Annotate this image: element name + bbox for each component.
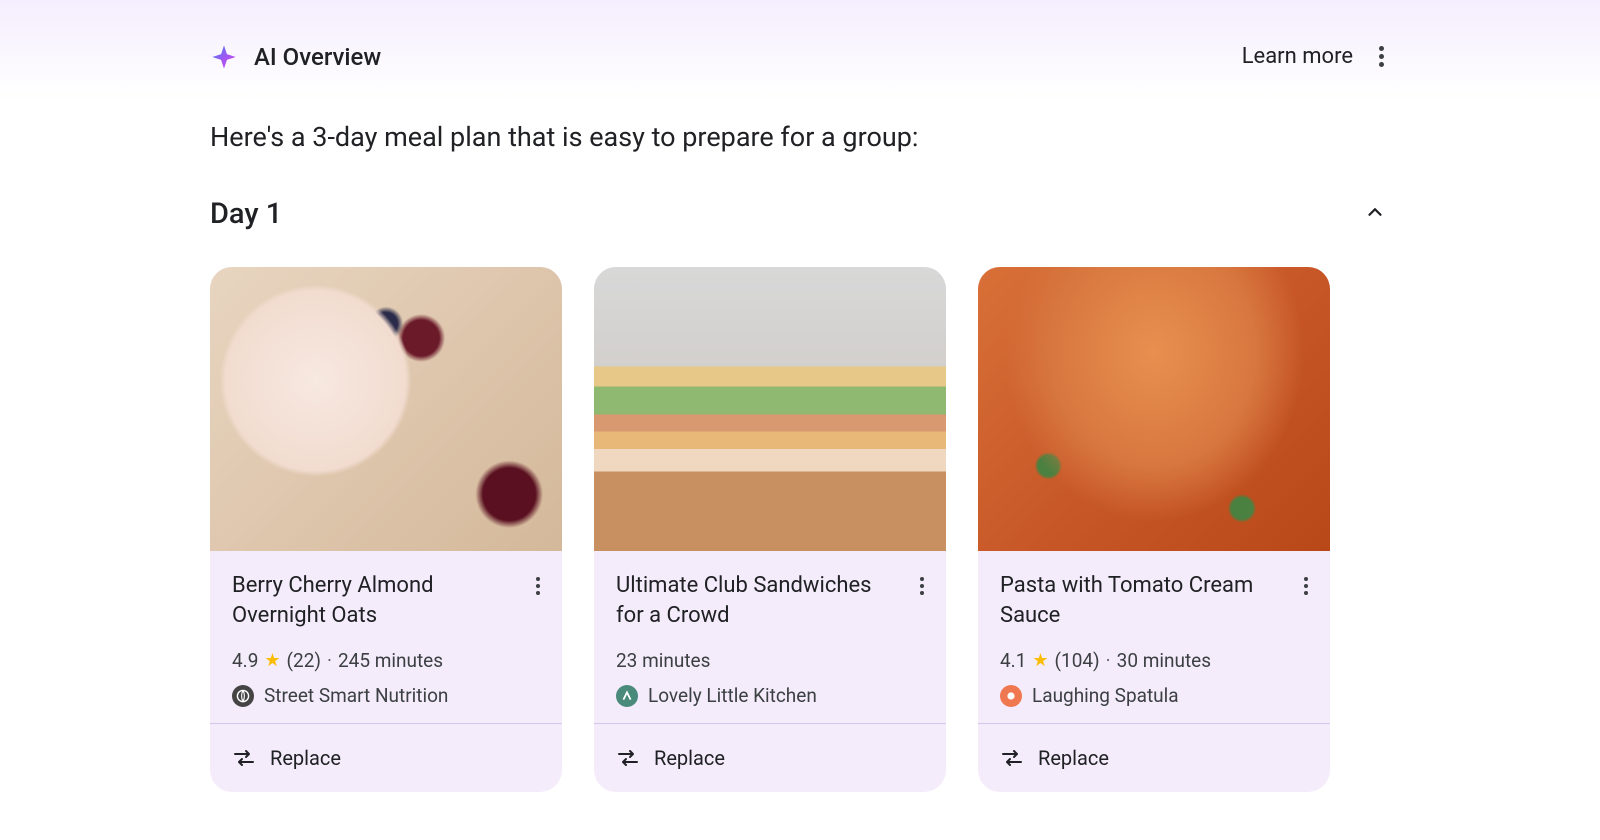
replace-label: Replace [654,746,725,770]
swap-icon [232,747,256,769]
meal-title: Ultimate Club Sandwiches for a Crowd [616,571,924,631]
source-name: Street Smart Nutrition [264,684,448,707]
replace-button[interactable]: Replace [978,724,1330,792]
header-title: AI Overview [254,43,381,71]
swap-icon [1000,747,1024,769]
meal-image [978,267,1330,551]
meal-image [210,267,562,551]
rating-value: 4.9 [232,649,258,672]
source-favicon [232,685,254,707]
meal-card[interactable]: Berry Cherry Almond Overnight Oats 4.9 ★… [210,267,562,792]
duration: 245 minutes [338,649,443,672]
ai-overview-header: AI Overview Learn more [210,40,1390,73]
meal-source: Laughing Spatula [1000,684,1308,707]
source-favicon [616,685,638,707]
card-more-menu[interactable] [1300,573,1312,599]
day-header-row[interactable]: Day 1 [210,197,1390,231]
meal-image [594,267,946,551]
replace-button[interactable]: Replace [210,724,562,792]
header-left: AI Overview [210,43,381,71]
swap-icon [616,747,640,769]
source-name: Lovely Little Kitchen [648,684,817,707]
meal-meta: 4.9 ★ (22) · 245 minutes [232,649,540,672]
replace-label: Replace [1038,746,1109,770]
review-count: (104) [1055,649,1100,672]
separator: · [1106,649,1111,672]
source-favicon [1000,685,1022,707]
source-name: Laughing Spatula [1032,684,1179,707]
meal-meta: 23 minutes [616,649,924,672]
learn-more-link[interactable]: Learn more [1242,44,1353,69]
replace-button[interactable]: Replace [594,724,946,792]
meal-card[interactable]: Pasta with Tomato Cream Sauce 4.1 ★ (104… [978,267,1330,792]
star-icon: ★ [264,650,280,671]
chevron-up-icon[interactable] [1360,197,1390,231]
star-icon: ★ [1032,650,1048,671]
card-more-menu[interactable] [916,573,928,599]
day-label: Day 1 [210,197,282,231]
meal-source: Lovely Little Kitchen [616,684,924,707]
meal-card[interactable]: Ultimate Club Sandwiches for a Crowd 23 … [594,267,946,792]
header-right: Learn more [1242,40,1390,73]
review-count: (22) [287,649,321,672]
sparkle-icon [210,43,238,71]
meal-title: Pasta with Tomato Cream Sauce [1000,571,1308,631]
header-more-menu[interactable] [1373,40,1390,73]
separator: · [327,649,332,672]
replace-label: Replace [270,746,341,770]
meal-cards: Berry Cherry Almond Overnight Oats 4.9 ★… [210,267,1390,792]
intro-text: Here's a 3-day meal plan that is easy to… [210,121,1390,153]
duration: 30 minutes [1117,649,1211,672]
duration: 23 minutes [616,649,710,672]
rating-value: 4.1 [1000,649,1026,672]
meal-source: Street Smart Nutrition [232,684,540,707]
card-more-menu[interactable] [532,573,544,599]
meal-meta: 4.1 ★ (104) · 30 minutes [1000,649,1308,672]
meal-title: Berry Cherry Almond Overnight Oats [232,571,540,631]
